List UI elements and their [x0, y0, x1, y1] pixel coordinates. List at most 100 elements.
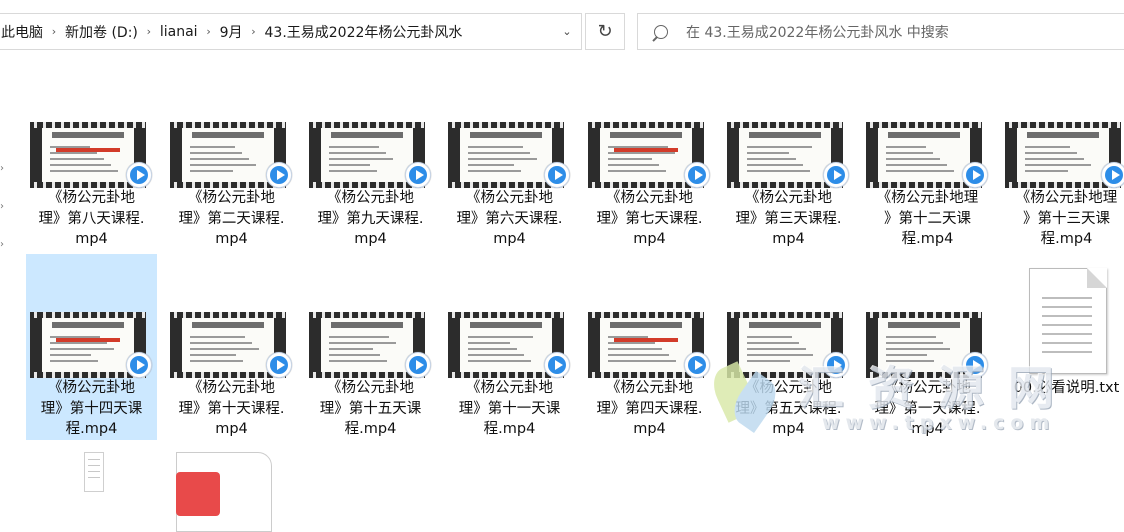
slide-text-line [608, 170, 666, 172]
slide-text-line [1025, 152, 1077, 154]
chevron-right-icon[interactable]: › [243, 25, 265, 38]
slide-header [610, 322, 682, 328]
file-item-video[interactable]: 《杨公元卦地 理》第一天课程. mp4 [862, 254, 993, 440]
slide-text-line [1025, 170, 1068, 172]
document-file-icon[interactable] [84, 452, 104, 492]
file-item-video[interactable]: 《杨公元卦地 理》第四天课程. mp4 [584, 254, 715, 440]
slide-text-line [329, 360, 387, 362]
breadcrumb-item-current[interactable]: 43.王易成2022年杨公元卦风水 [265, 22, 463, 42]
slide-text-line [190, 354, 236, 356]
slide-text-line [886, 158, 940, 160]
file-name: 《杨公元卦地 理》第九天课程. mp4 [305, 188, 436, 250]
text-line [88, 477, 100, 478]
slide-text-line [747, 348, 806, 350]
file-item-video[interactable]: 《杨公元卦地 理》第十天课程. mp4 [166, 254, 297, 440]
file-name-line: mp4 [772, 421, 805, 437]
file-item-video[interactable]: 《杨公元卦地 理》第九天课程. mp4 [305, 64, 436, 250]
slide-text-line [608, 360, 676, 362]
file-item-video[interactable]: 《杨公元卦地理 》第十二天课 程.mp4 [862, 64, 993, 250]
breadcrumb-item[interactable]: 9月 [220, 22, 243, 42]
file-item-video[interactable]: 《杨公元卦地理 》第十三天课 程.mp4 [1001, 64, 1124, 250]
slide-header [192, 322, 264, 328]
slide-text-line [329, 354, 380, 356]
text-file-icon [1029, 268, 1107, 374]
thumbnail-slide [42, 318, 134, 372]
play-badge-icon [266, 162, 292, 188]
file-item-video[interactable]: 《杨公元卦地 理》第十一天课 程.mp4 [444, 254, 575, 440]
slide-header [52, 132, 124, 138]
slide-text-line [329, 164, 370, 166]
file-name-line: 程.mp4 [65, 421, 118, 437]
slide-text-line [608, 164, 659, 166]
file-name-line: mp4 [215, 231, 248, 247]
refresh-button[interactable]: ↻ [585, 13, 625, 50]
address-bar[interactable]: 此电脑 › 新加卷 (D:) › lianai › 9月 › 43.王易成202… [0, 13, 582, 50]
slide-text-line [329, 170, 377, 172]
file-name: 《杨公元卦地 理》第十四天课 程.mp4 [26, 378, 157, 440]
slide-text-line [190, 164, 256, 166]
file-name-line: mp4 [911, 421, 944, 437]
file-name-line: 《杨公元卦地理 [876, 190, 979, 206]
file-name-line: 《杨公元卦地 [466, 380, 553, 396]
thumbnail-slide [321, 318, 413, 372]
slide-text-line [886, 170, 954, 172]
nav-pane-edge: › › › [0, 163, 4, 250]
breadcrumb-item[interactable]: 新加卷 (D:) [65, 22, 138, 42]
chevron-down-icon[interactable]: ⌄ [553, 14, 581, 49]
file-name: 《杨公元卦地理 》第十二天课 程.mp4 [862, 188, 993, 250]
slide-text-line [190, 336, 245, 338]
search-box[interactable]: 在 43.王易成2022年杨公元卦风水 中搜索 [637, 13, 1124, 50]
file-name-line: 《杨公元卦地 [48, 380, 135, 396]
slide-text-line [468, 158, 537, 160]
slide-text-line [608, 158, 652, 160]
file-name-line: 理》第三天课程. [735, 210, 842, 227]
slide-header [470, 132, 542, 138]
file-name: 《杨公元卦地 理》第三天课程. mp4 [723, 188, 854, 250]
file-item-video[interactable]: 《杨公元卦地 理》第六天课程. mp4 [444, 64, 575, 250]
slide-text-line [190, 146, 235, 148]
file-item-video[interactable]: 《杨公元卦地 理》第八天课程. mp4 [26, 64, 157, 250]
breadcrumb-item[interactable]: lianai [160, 24, 198, 40]
slide-text-line [468, 336, 533, 338]
file-name-line: 《杨公元卦地 [327, 190, 414, 206]
file-item-video[interactable]: 《杨公元卦地 理》第三天课程. mp4 [723, 64, 854, 250]
file-item-text[interactable]: 00.必看说明.txt [1001, 254, 1124, 440]
slide-text-line [886, 360, 934, 362]
slide-header [331, 132, 403, 138]
file-name-line: 理》第五天课程. [735, 400, 842, 417]
breadcrumb-item[interactable]: 此电脑 [1, 22, 43, 42]
chevron-right-icon[interactable]: › [43, 25, 65, 38]
file-name: 《杨公元卦地 理》第四天课程. mp4 [584, 378, 715, 440]
slide-text-line [50, 354, 91, 356]
slide-text-line [468, 164, 514, 166]
slide-text-line [190, 152, 242, 154]
file-item-video[interactable]: 《杨公元卦地 理》第五天课程. mp4 [723, 254, 854, 440]
slide-text-line [747, 342, 799, 344]
slide-text-line [886, 342, 943, 344]
slide-text-line [747, 158, 796, 160]
play-badge-icon [126, 162, 152, 188]
text-line [1042, 342, 1092, 344]
slide-text-line [747, 336, 792, 338]
file-name-line: 《杨公元卦地 [327, 380, 414, 396]
slide-header [1027, 132, 1099, 138]
file-name-line: 理》第四天课程. [596, 400, 703, 417]
file-name: 《杨公元卦地理 》第十三天课 程.mp4 [1001, 188, 1124, 250]
slide-text-line [50, 336, 100, 338]
slide-text-line [190, 342, 252, 344]
file-name-line: 理》第十天课程. [178, 400, 285, 417]
file-name: 《杨公元卦地 理》第二天课程. mp4 [166, 188, 297, 250]
file-item-video[interactable]: 《杨公元卦地 理》第二天课程. mp4 [166, 64, 297, 250]
chevron-right-icon[interactable]: › [198, 25, 220, 38]
file-item-video[interactable]: 《杨公元卦地 理》第十五天课 程.mp4 [305, 254, 436, 440]
search-icon [654, 24, 668, 39]
file-name-line: mp4 [493, 231, 526, 247]
slide-text-line [468, 348, 517, 350]
file-item-video[interactable]: 《杨公元卦地 理》第十四天课 程.mp4 [26, 254, 157, 440]
slide-text-line [329, 336, 389, 338]
play-badge-icon [684, 162, 710, 188]
chevron-right-icon[interactable]: › [138, 25, 160, 38]
pdf-file-icon[interactable] [176, 452, 272, 532]
file-item-video[interactable]: 《杨公元卦地 理》第七天课程. mp4 [584, 64, 715, 250]
slide-text-line [50, 342, 107, 344]
